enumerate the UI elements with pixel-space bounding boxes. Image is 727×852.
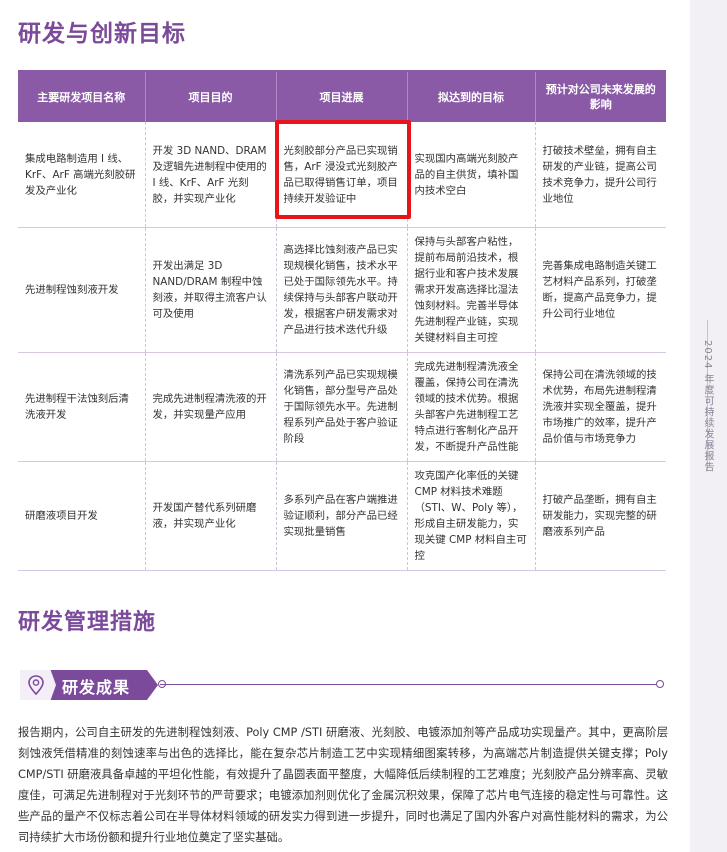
table-row: 先进制程蚀刻液开发 开发出满足 3D NAND/DRAM 制程中蚀刻液，并取得主… xyxy=(18,227,666,353)
header-target: 拟达到的目标 xyxy=(407,72,536,122)
cell-progress: 清洗系列产品已实现规模化销售，部分型号产品处于国际领先水平。先进制程系列产品处于… xyxy=(276,352,408,462)
cell-target: 完成先进制程清洗液全覆盖，保持公司在清洗领域的技术优势。根据头部客户先进制程工艺… xyxy=(407,352,536,462)
cell-project-name: 集成电路制造用 I 线、KrF、ArF 高端光刻胶研发及产业化 xyxy=(18,122,146,228)
location-pin-icon xyxy=(28,675,44,696)
report-page: 研发与创新目标 主要研发项目名称 项目目的 项目进展 拟达到的目标 预计对公司未… xyxy=(0,0,727,852)
page-title: 研发与创新目标 xyxy=(18,21,186,47)
cell-progress-highlighted: 光刻胶部分产品已实现销售，ArF 浸没式光刻胶产品已取得销售订单，项目持续开发验… xyxy=(274,120,411,228)
header-project-name: 主要研发项目名称 xyxy=(18,72,146,122)
banner-dot-right xyxy=(656,680,664,688)
cell-progress-text: 光刻胶部分产品已实现销售，ArF 浸没式光刻胶产品已取得销售订单，项目持续开发验… xyxy=(283,144,398,205)
side-report-label: 2024 年度可持续发展报告 xyxy=(702,340,713,473)
cell-target: 攻克国产化率低的关键 CMP 材料技术难题（STI、W、Poly 等），形成自主… xyxy=(407,461,536,571)
subsection-title: 研发成果 xyxy=(62,678,131,697)
cell-progress: 多系列产品在客户端推进验证顺利，部分产品已经实现批量销售 xyxy=(276,461,408,571)
cell-project-name: 研磨液项目开发 xyxy=(18,461,146,571)
cell-purpose: 开发 3D NAND、DRAM 及逻辑先进制程中使用的 I 线、KrF、ArF … xyxy=(145,122,277,228)
cell-impact: 打破技术壁垒，拥有自主研发的产业链，提高公司技术竞争力，提升公司行业地位 xyxy=(535,122,666,228)
table-row: 先进制程干法蚀刻后清洗液开发 完成先进制程清洗液的开发，并实现量产应用 清洗系列… xyxy=(18,352,666,462)
header-progress: 项目进展 xyxy=(276,72,408,122)
cell-impact: 打破产品垄断，拥有自主研发能力，实现完整的研磨液系列产品 xyxy=(535,461,666,571)
cell-purpose: 开发出满足 3D NAND/DRAM 制程中蚀刻液，并取得主流客户认可及使用 xyxy=(145,227,277,353)
rd-goals-table: 主要研发项目名称 项目目的 项目进展 拟达到的目标 预计对公司未来发展的影响 集… xyxy=(18,72,666,571)
cell-impact: 完善集成电路制造关键工艺材料产品系列，打破垄断，提高产品竞争力，提升公司行业地位 xyxy=(535,227,666,353)
body-paragraph: 报告期内，公司自主研发的先进制程蚀刻液、Poly CMP /STI 研磨液、光刻… xyxy=(18,726,668,844)
section-title: 研发管理措施 xyxy=(18,610,157,635)
header-purpose: 项目目的 xyxy=(145,72,277,122)
subsection-banner: 研发成果 xyxy=(20,670,670,702)
cell-purpose: 完成先进制程清洗液的开发，并实现量产应用 xyxy=(145,352,277,462)
cell-project-name: 先进制程蚀刻液开发 xyxy=(18,227,146,353)
header-impact: 预计对公司未来发展的影响 xyxy=(535,72,666,122)
table-row: 集成电路制造用 I 线、KrF、ArF 高端光刻胶研发及产业化 开发 3D NA… xyxy=(18,120,666,228)
cell-target: 实现国内高端光刻胶产品的自主供货，填补国内技术空白 xyxy=(407,122,536,228)
banner-icon-box xyxy=(20,670,56,700)
cell-progress: 高选择比蚀刻液产品已实现规模化销售，技术水平已处于国际领先水平。持续保持与头部客… xyxy=(276,227,408,353)
cell-target: 保持与头部客户粘性，提前布局前沿技术，根据行业和客户技术发展需求开发高选择比湿法… xyxy=(407,227,536,353)
table-header-row: 主要研发项目名称 项目目的 项目进展 拟达到的目标 预计对公司未来发展的影响 xyxy=(18,72,666,122)
cell-impact: 保持公司在清洗领域的技术优势，布局先进制程清洗液并实现全覆盖，提升市场推广的效率… xyxy=(535,352,666,462)
banner-rule xyxy=(160,684,660,685)
table-row: 研磨液项目开发 开发国产替代系列研磨液，并实现产业化 多系列产品在客户端推进验证… xyxy=(18,461,666,571)
cell-project-name: 先进制程干法蚀刻后清洗液开发 xyxy=(18,352,146,462)
cell-purpose: 开发国产替代系列研磨液，并实现产业化 xyxy=(145,461,277,571)
